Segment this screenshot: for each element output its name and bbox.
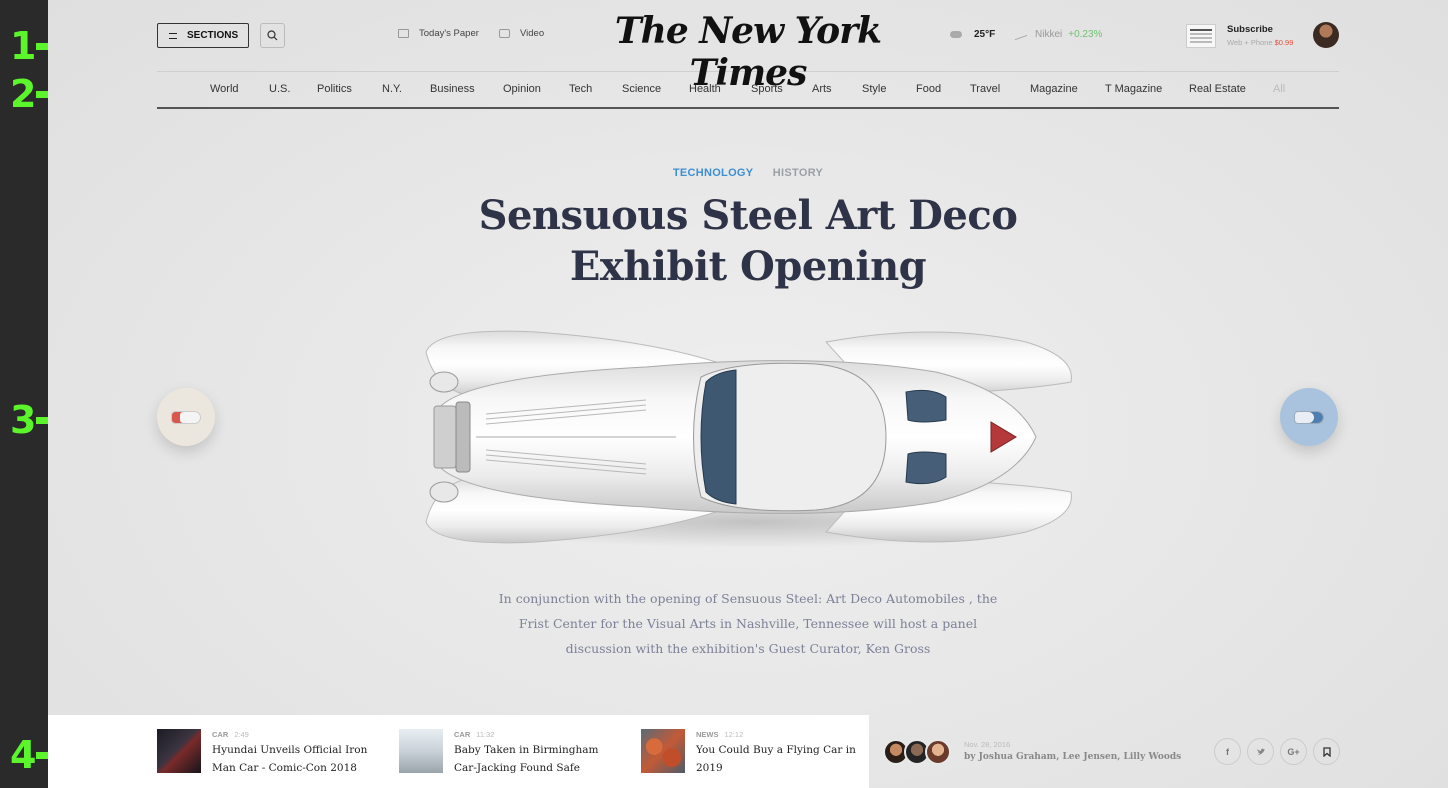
- nav-item-health[interactable]: Health: [689, 83, 721, 95]
- next-slide-button[interactable]: [1280, 388, 1338, 446]
- subscribe-link[interactable]: Subscribe Web + Phone $0.99: [1227, 24, 1293, 47]
- related-articles: CAR 2:49 Hyundai Unveils Official Iron Ma…: [48, 715, 869, 788]
- subscribe-subtitle: Web + Phone $0.99: [1227, 38, 1293, 47]
- subscribe-title: Subscribe: [1227, 24, 1273, 35]
- video-link[interactable]: Video: [499, 28, 544, 39]
- annotation-number: 1: [10, 24, 37, 68]
- twitter-icon: [1256, 748, 1265, 755]
- cloud-icon: [950, 31, 962, 38]
- subscribe-price: $0.99: [1274, 38, 1294, 47]
- video-label: Video: [520, 28, 545, 39]
- user-avatar[interactable]: [1313, 22, 1339, 48]
- nav-item-all[interactable]: All: [1273, 83, 1285, 95]
- card-category: NEWS: [696, 730, 719, 739]
- card-time: 12:12: [724, 730, 744, 739]
- art-deco-car-image: [425, 330, 1072, 548]
- weather-temp: 25°F: [974, 29, 996, 40]
- market-change: +0.23%: [1068, 29, 1103, 40]
- facebook-share-button[interactable]: f: [1214, 738, 1241, 765]
- nav-item-opinion[interactable]: Opinion: [503, 83, 541, 95]
- related-card[interactable]: CAR 2:49 Hyundai Unveils Official Iron Ma…: [157, 729, 387, 775]
- newspaper-thumbnail[interactable]: [1186, 24, 1216, 48]
- author-avatar[interactable]: [925, 739, 951, 765]
- annotation-number: 4: [10, 733, 37, 777]
- article-summary: In conjunction with the opening of Sensu…: [498, 591, 998, 656]
- article-thumbnail: [399, 729, 443, 773]
- nav-item-real-estate[interactable]: Real Estate: [1189, 83, 1246, 95]
- nav-item-science[interactable]: Science: [622, 83, 661, 95]
- card-meta: CAR 11:32: [454, 730, 494, 739]
- twitter-share-button[interactable]: [1247, 738, 1274, 765]
- card-title[interactable]: Baby Taken in Birmingham Car-Jacking Fou…: [454, 741, 624, 777]
- sections-button[interactable]: SECTIONS: [157, 23, 249, 48]
- card-meta: CAR 2:49: [212, 730, 249, 739]
- related-card[interactable]: CAR 11:32 Baby Taken in Birmingham Car-Ja…: [399, 729, 629, 775]
- nav-item-food[interactable]: Food: [916, 83, 941, 95]
- car-thumbnail-icon: [171, 410, 201, 424]
- market-name: Nikkei: [1035, 29, 1063, 40]
- car-thumbnail-icon: [1294, 410, 1324, 424]
- nav-item-tech[interactable]: Tech: [569, 83, 592, 95]
- top-header: SECTIONS Today's Paper Video The New Yor…: [157, 0, 1339, 94]
- previous-slide-button[interactable]: [157, 388, 215, 446]
- sections-label: SECTIONS: [187, 30, 239, 41]
- newspaper-icon: [398, 29, 409, 38]
- annotation-number: 2: [10, 72, 37, 116]
- nav-item-ny[interactable]: N.Y.: [382, 83, 402, 95]
- nav-item-us[interactable]: U.S.: [269, 83, 290, 95]
- tag-history[interactable]: HISTORY: [773, 167, 823, 179]
- card-meta: NEWS 12:12: [696, 730, 743, 739]
- article-thumbnail: [641, 729, 685, 773]
- search-button[interactable]: [260, 23, 285, 48]
- nav-item-travel[interactable]: Travel: [970, 83, 1000, 95]
- nav-item-arts[interactable]: Arts: [812, 83, 832, 95]
- video-icon: [499, 29, 510, 38]
- card-time: 2:49: [234, 730, 249, 739]
- todays-paper-label: Today's Paper: [419, 28, 479, 39]
- nav-item-t-magazine[interactable]: T Magazine: [1105, 83, 1162, 95]
- search-icon: [267, 30, 278, 41]
- subscribe-plan: Web + Phone: [1227, 38, 1273, 47]
- nav-item-world[interactable]: World: [210, 83, 239, 95]
- annotation-number: 3: [10, 398, 37, 442]
- nav-item-sports[interactable]: Sports: [751, 83, 783, 95]
- nav-item-magazine[interactable]: Magazine: [1030, 83, 1078, 95]
- google-plus-icon: G+: [1287, 746, 1300, 757]
- sparkline-icon: [1015, 29, 1027, 40]
- bookmark-icon: [1322, 746, 1331, 757]
- author-names[interactable]: by Joshua Graham, Lee Jensen, Lilly Wood…: [964, 752, 1181, 762]
- nav-item-business[interactable]: Business: [430, 83, 475, 95]
- facebook-icon: f: [1226, 746, 1229, 757]
- article-thumbnail: [157, 729, 201, 773]
- card-title[interactable]: You Could Buy a Flying Car in 2019: [696, 741, 866, 777]
- related-card[interactable]: NEWS 12:12 You Could Buy a Flying Car in …: [641, 729, 871, 775]
- nav-item-style[interactable]: Style: [862, 83, 886, 95]
- card-category: CAR: [212, 730, 229, 739]
- page: SECTIONS Today's Paper Video The New Yor…: [48, 0, 1448, 788]
- menu-icon: [169, 32, 177, 39]
- article-tags: TECHNOLOGY HISTORY: [48, 167, 1448, 179]
- article-headline[interactable]: Sensuous Steel Art Deco Exhibit Opening: [448, 190, 1048, 292]
- google-plus-share-button[interactable]: G+: [1280, 738, 1307, 765]
- market-widget[interactable]: Nikkei +0.23%: [1015, 29, 1102, 40]
- bookmark-button[interactable]: [1313, 738, 1340, 765]
- article-date: Nov. 28, 2016: [964, 740, 1011, 749]
- tag-technology[interactable]: TECHNOLOGY: [673, 167, 754, 179]
- byline: Nov. 28, 2016 by Joshua Graham, Lee Jens…: [883, 739, 1181, 769]
- todays-paper-link[interactable]: Today's Paper: [398, 28, 479, 39]
- weather-widget[interactable]: 25°F: [950, 29, 995, 40]
- card-category: CAR: [454, 730, 471, 739]
- nav-item-politics[interactable]: Politics: [317, 83, 352, 95]
- card-title[interactable]: Hyundai Unveils Official Iron Man Car - …: [212, 741, 382, 777]
- annotation-rail: 1 2 3 4: [0, 0, 82, 788]
- section-nav: World U.S. Politics N.Y. Business Opinio…: [157, 72, 1339, 109]
- card-time: 11:32: [476, 730, 495, 739]
